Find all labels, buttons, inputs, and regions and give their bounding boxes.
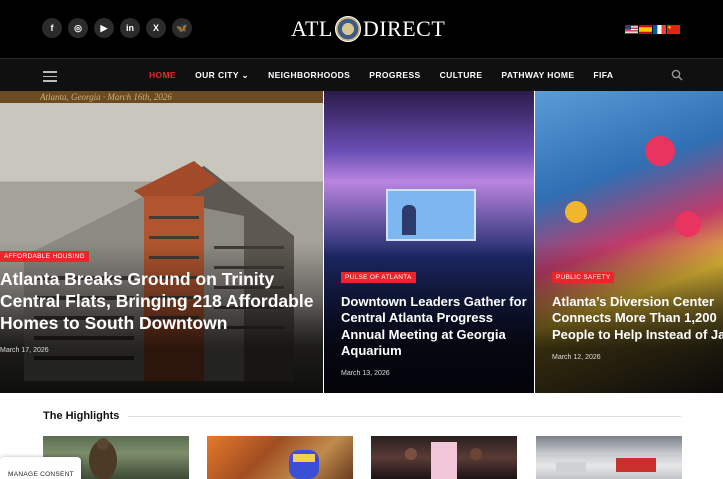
hero-date: March 17, 2026	[0, 346, 49, 354]
event-photo-image	[405, 442, 482, 479]
category-badge[interactable]: PUBLIC SAFETY	[552, 272, 615, 283]
bluesky-icon[interactable]: 🦋	[172, 18, 192, 38]
graffiti-flower-image	[675, 211, 701, 237]
highlight-thumbnail-4[interactable]	[536, 436, 682, 479]
nav-item-neighborhoods[interactable]: NEIGHBORHOODS	[268, 70, 350, 81]
presentation-screen-image	[386, 189, 476, 241]
facebook-icon[interactable]: f	[42, 18, 62, 38]
menu-icon[interactable]	[43, 71, 57, 85]
nav-item-our-city[interactable]: OUR CITY ⌄	[195, 70, 249, 81]
spanish-flag-icon[interactable]	[639, 25, 652, 34]
section-divider	[128, 416, 681, 417]
main-nav: HOME OUR CITY ⌄ NEIGHBORHOODS PROGRESS C…	[0, 58, 723, 91]
hero-3-text: PUBLIC SAFETY Atlanta’s Diversion Center…	[552, 266, 723, 361]
category-badge[interactable]: AFFORDABLE HOUSING	[0, 251, 89, 262]
manage-consent-button[interactable]: MANAGE CONSENT	[0, 457, 81, 479]
section-title: The Highlights	[43, 410, 120, 422]
nav-item-culture[interactable]: CULTURE	[440, 70, 483, 81]
english-flag-icon[interactable]	[625, 25, 638, 34]
youtube-icon[interactable]: ▶	[94, 18, 114, 38]
speaker-image	[402, 205, 416, 235]
language-switcher	[625, 25, 680, 34]
x-icon[interactable]: X	[146, 18, 166, 38]
hero-photo-caption-strip: Atlanta, Georgia · March 16th, 2026	[0, 91, 323, 103]
logo-text-left: ATL	[291, 16, 333, 41]
graffiti-flower-image	[565, 201, 587, 223]
instagram-icon[interactable]: ◎	[68, 18, 88, 38]
hero-date: March 12, 2026	[552, 353, 601, 361]
fire-truck-image	[556, 458, 656, 472]
logo-text-right: DIRECT	[362, 16, 446, 41]
nav-item-home[interactable]: HOME	[149, 70, 176, 81]
category-badge[interactable]: PULSE OF ATLANTA	[341, 272, 416, 283]
site-header: f ◎ ▶ in X 🦋 ATL DIRECT	[0, 0, 723, 58]
highlight-thumbnail-2[interactable]	[207, 436, 353, 479]
nav-item-pathway-home[interactable]: PATHWAY HOME	[501, 70, 574, 81]
hero-1-text: AFFORDABLE HOUSING Atlanta Breaks Ground…	[0, 245, 323, 354]
highlight-thumbnail-3[interactable]	[371, 436, 517, 479]
french-flag-icon[interactable]	[653, 25, 666, 34]
hero-article-1[interactable]: AFFORDABLE HOUSING Atlanta Breaks Ground…	[0, 91, 323, 393]
nav-item-fifa[interactable]: FIFA	[593, 70, 613, 81]
linkedin-icon[interactable]: in	[120, 18, 140, 38]
hero-article-2[interactable]: PULSE OF ATLANTA Downtown Leaders Gather…	[324, 91, 534, 393]
mural-image	[289, 450, 319, 479]
search-icon[interactable]	[671, 69, 683, 81]
chinese-flag-icon[interactable]	[667, 25, 680, 34]
site-logo[interactable]: ATL DIRECT	[291, 14, 445, 44]
nav-item-progress[interactable]: PROGRESS	[369, 70, 420, 81]
nav-items: HOME OUR CITY ⌄ NEIGHBORHOODS PROGRESS C…	[149, 70, 632, 81]
hero-date: March 13, 2026	[341, 370, 390, 377]
hero-title[interactable]: Atlanta Breaks Ground on Trinity Central…	[0, 269, 320, 335]
graffiti-flower-image	[645, 136, 675, 166]
social-links: f ◎ ▶ in X 🦋	[42, 18, 192, 38]
city-seal-icon	[334, 16, 361, 42]
hero-title[interactable]: Downtown Leaders Gather for Central Atla…	[341, 294, 528, 359]
hero-article-3[interactable]: PUBLIC SAFETY Atlanta’s Diversion Center…	[535, 91, 723, 393]
hero-title[interactable]: Atlanta’s Diversion Center Connects More…	[552, 294, 723, 343]
hero-2-text: PULSE OF ATLANTA Downtown Leaders Gather…	[341, 266, 528, 377]
